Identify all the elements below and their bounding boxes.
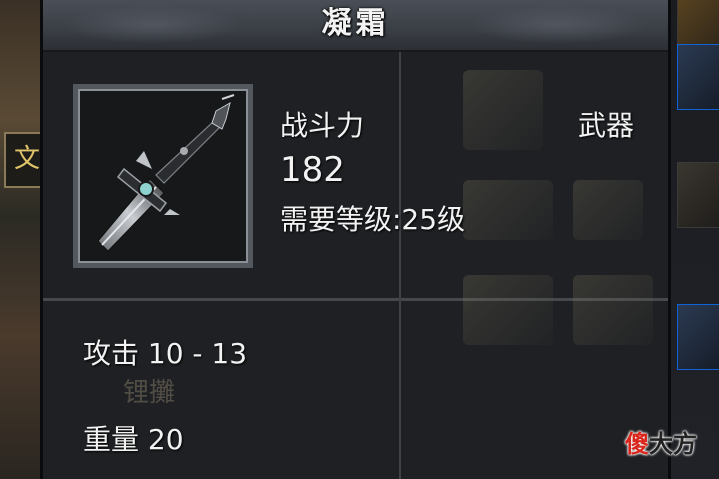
side-slot[interactable] — [677, 44, 719, 110]
faded-background-label: 锂攤 — [123, 378, 176, 408]
hud-badge: 文 — [4, 132, 42, 188]
side-slot[interactable] — [677, 162, 719, 228]
item-icon-frame — [73, 84, 253, 268]
item-tooltip-panel: 凝霜 战斗力 182 需要等级:25级 武器 锂攤 攻击 10 - 13 重量 … — [40, 0, 671, 479]
ghost-item — [463, 275, 553, 345]
side-slot[interactable] — [677, 304, 719, 370]
game-scene-left: 文 — [0, 0, 42, 479]
ghost-item — [573, 180, 643, 240]
combat-power-value: 182 — [280, 150, 345, 190]
weight-stat: 重量 20 — [83, 423, 184, 456]
ghost-item — [573, 275, 653, 345]
attack-stat: 攻击 10 - 13 — [83, 337, 248, 370]
item-category: 武器 — [578, 109, 635, 142]
watermark-text: 大方 — [649, 430, 697, 458]
item-name: 凝霜 — [321, 6, 390, 41]
watermark-char: 傻 — [625, 430, 649, 458]
combat-power-label: 战斗力 — [280, 109, 365, 142]
required-level: 需要等级:25级 — [280, 203, 466, 236]
sword-icon — [78, 89, 248, 263]
title-bar: 凝霜 — [43, 0, 668, 52]
watermark: 傻大方 — [625, 424, 697, 459]
ghost-item — [463, 70, 543, 150]
inventory-side-slots — [671, 0, 719, 479]
ghost-item — [463, 180, 553, 240]
